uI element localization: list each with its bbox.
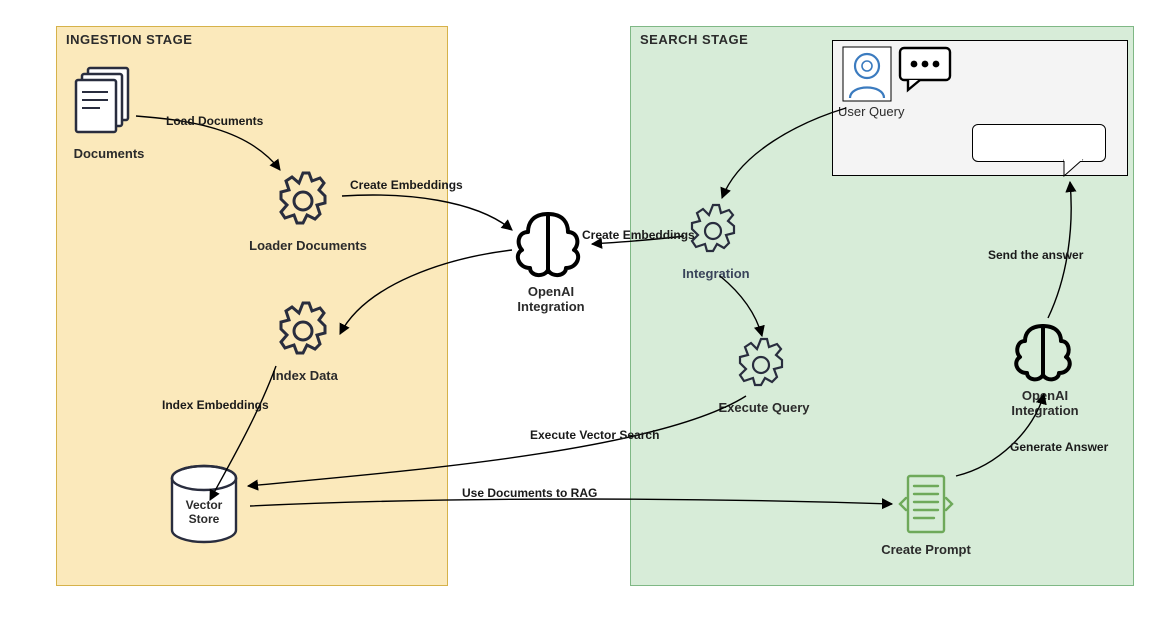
- openai-right-brain-icon: [1008, 318, 1078, 386]
- user-avatar-icon: [842, 46, 892, 102]
- arrow-integration-to-exec: [712, 270, 782, 350]
- user-chat-icon: [898, 46, 954, 92]
- edge-create-embeddings-2: Create Embeddings: [582, 228, 695, 242]
- create-prompt-icon: [896, 470, 956, 540]
- edge-use-documents-to-rag: Use Documents to RAG: [462, 486, 597, 500]
- arrow-use-documents-to-rag: [244, 494, 904, 534]
- search-stage-title: SEARCH STAGE: [640, 32, 748, 47]
- arrow-generate-answer: [948, 386, 1058, 486]
- arrow-userquery-to-integration: [700, 102, 860, 212]
- edge-generate-answer: Generate Answer: [1010, 440, 1108, 454]
- arrow-create-embeddings-1: [336, 186, 526, 246]
- arrow-execute-vector-search: [240, 390, 760, 500]
- diagram-canvas: INGESTION STAGE SEARCH STAGE Documents: [0, 0, 1150, 628]
- answer-bubble: [972, 124, 1106, 162]
- edge-send-answer: Send the answer: [988, 248, 1083, 262]
- edge-load-documents: Load Documents: [166, 114, 263, 128]
- edge-create-embeddings-1: Create Embeddings: [350, 178, 463, 192]
- edge-execute-vector-search: Execute Vector Search: [530, 428, 659, 442]
- ingestion-stage-title: INGESTION STAGE: [66, 32, 192, 47]
- arrow-brain-to-index: [326, 244, 526, 354]
- create-prompt-label: Create Prompt: [876, 542, 976, 557]
